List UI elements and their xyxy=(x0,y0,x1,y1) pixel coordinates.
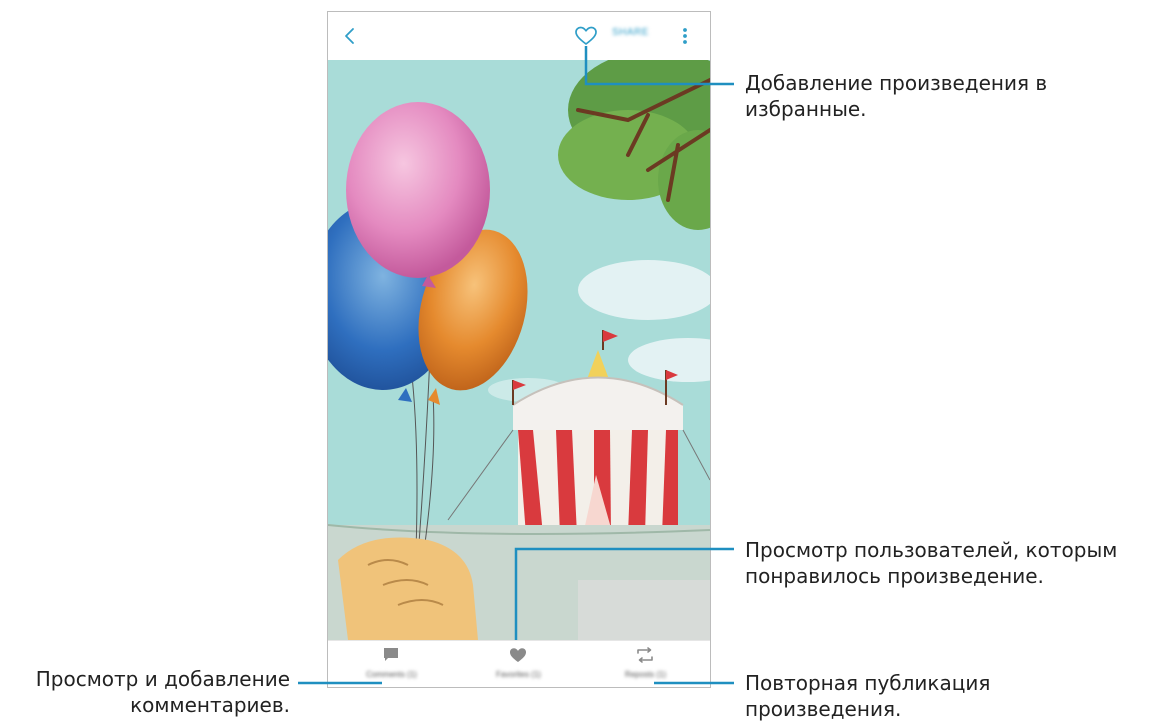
callout-likes: Просмотр пользователей, которым понравил… xyxy=(745,538,1118,588)
favorite-button[interactable] xyxy=(573,24,599,48)
more-options-button[interactable] xyxy=(678,24,692,48)
phone-screen: SHARE Comments (1) Favorites (1) Reposts… xyxy=(327,11,711,688)
comment-icon xyxy=(384,648,398,661)
tab-comments-label: Comments (1) xyxy=(366,670,417,679)
artwork-image[interactable] xyxy=(328,60,710,640)
tab-favorites[interactable]: Favorites (1) xyxy=(455,641,582,687)
callout-favorite: Добавление произведения в избранные. xyxy=(745,71,1048,121)
chevron-left-icon xyxy=(345,28,354,44)
repost-icon xyxy=(637,647,653,663)
tab-reposts-label: Reposts (1) xyxy=(624,670,667,679)
tab-favorites-label: Favorites (1) xyxy=(496,670,541,679)
callout-comments: Просмотр и добавление комментариев. xyxy=(35,667,290,717)
share-button[interactable]: SHARE xyxy=(612,27,649,38)
back-button[interactable] xyxy=(338,24,362,48)
more-vert-icon xyxy=(683,28,687,44)
callout-repost: Повторная публикация произведения. xyxy=(745,671,991,721)
bottom-bar: Comments (1) Favorites (1) Reposts (1) xyxy=(328,640,710,687)
heart-outline-icon xyxy=(575,26,597,45)
heart-icon xyxy=(510,648,526,662)
app-bar: SHARE xyxy=(328,12,710,60)
tab-comments[interactable]: Comments (1) xyxy=(328,641,455,687)
tab-reposts[interactable]: Reposts (1) xyxy=(582,641,709,687)
